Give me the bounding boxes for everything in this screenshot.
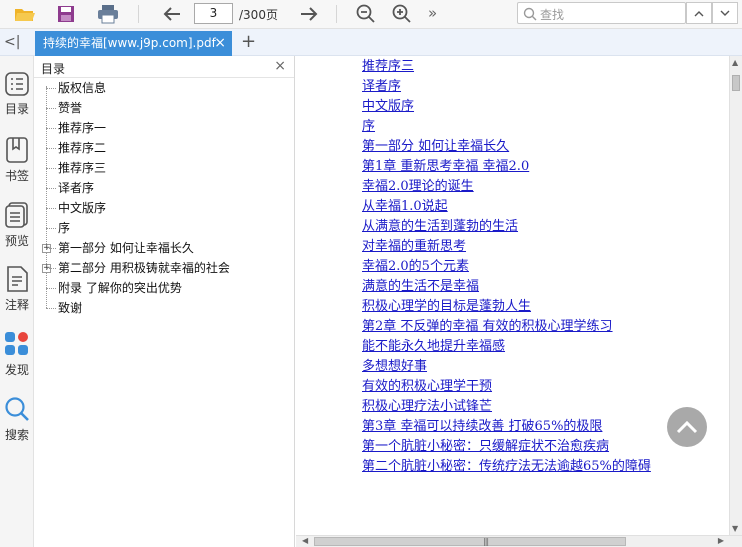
outline-panel: 目录 × 版权信息 赞誉 推荐序一 推荐序二 推荐序三 译者序 中文版序 序 +… bbox=[34, 56, 295, 547]
toc-link[interactable]: 满意的生活不是幸福 bbox=[362, 277, 479, 297]
toc-link[interactable]: 第3章 幸福可以持续改善 打破65%的极限 bbox=[362, 417, 602, 437]
outline-item[interactable]: 赞誉 bbox=[45, 98, 82, 118]
rail-item-discover[interactable]: 发现 bbox=[0, 331, 34, 378]
toc-link[interactable]: 多想想好事 bbox=[362, 357, 427, 377]
grip-icon: ||| bbox=[483, 537, 489, 546]
outline-item[interactable]: 推荐序一 bbox=[45, 118, 106, 138]
horizontal-scrollbar[interactable]: ◀ ||| ▶ bbox=[296, 535, 742, 547]
rail-label: 书签 bbox=[4, 169, 29, 183]
search-next-button[interactable] bbox=[712, 2, 738, 24]
vertical-scrollbar[interactable]: ▲ ▼ bbox=[729, 56, 742, 535]
toc-link[interactable]: 第二个肮脏小秘密：传统疗法无法逾越65%的障碍 bbox=[362, 457, 651, 477]
scroll-down-icon[interactable]: ▼ bbox=[732, 524, 738, 533]
scroll-thumb[interactable] bbox=[732, 75, 740, 91]
toolbar: 3 /300页 » 查找 bbox=[0, 0, 742, 29]
scroll-left-icon[interactable]: ◀ bbox=[302, 536, 308, 545]
open-folder-icon[interactable] bbox=[12, 2, 38, 26]
toc-link[interactable]: 从满意的生活到蓬勃的生活 bbox=[362, 217, 518, 237]
rail-label: 搜索 bbox=[4, 428, 29, 442]
zoom-in-icon[interactable] bbox=[389, 2, 415, 26]
outline-item[interactable]: 第一部分 如何让幸福长久 bbox=[46, 238, 194, 258]
rail-item-bookmark[interactable]: 书签 bbox=[0, 137, 34, 184]
outline-header: 目录 × bbox=[34, 56, 294, 78]
rail-label: 注释 bbox=[4, 298, 29, 312]
search-icon bbox=[5, 397, 29, 421]
tab-bar: <| 持续的幸福[www.j9p.com].pdf × + bbox=[0, 29, 742, 56]
rail-item-annotation[interactable]: 注释 bbox=[0, 266, 34, 313]
scroll-thumb[interactable]: ||| bbox=[314, 537, 626, 546]
outline-item[interactable]: 推荐序三 bbox=[45, 158, 106, 178]
chevron-up-icon bbox=[676, 420, 698, 434]
toc-link[interactable]: 译者序 bbox=[362, 77, 401, 97]
document-tab[interactable]: 持续的幸福[www.j9p.com].pdf × bbox=[35, 31, 232, 56]
close-outline-icon[interactable]: × bbox=[274, 58, 286, 74]
toc-link[interactable]: 积极心理学的目标是蓬勃人生 bbox=[362, 297, 531, 317]
save-icon[interactable] bbox=[53, 2, 79, 26]
toc-link[interactable]: 第2章 不反弹的幸福 有效的积极心理学练习 bbox=[362, 317, 613, 337]
collapse-sidebar-button[interactable]: <| bbox=[4, 34, 20, 50]
outline-item[interactable]: 第二部分 用积极铸就幸福的社会 bbox=[46, 258, 230, 278]
search-box[interactable]: 查找 bbox=[517, 2, 686, 24]
toc-link[interactable]: 能不能永久地提升幸福感 bbox=[362, 337, 505, 357]
toc-link[interactable]: 从幸福1.0说起 bbox=[362, 197, 448, 217]
toc-link[interactable]: 第一个肮脏小秘密：只缓解症状不治愈疾病 bbox=[362, 437, 609, 457]
left-rail: 目录 书签 预览 注释 发现 搜索 bbox=[0, 56, 34, 547]
chevron-down-icon bbox=[720, 10, 730, 16]
annotation-icon bbox=[7, 266, 28, 292]
rail-label: 目录 bbox=[4, 102, 29, 116]
outline-item[interactable]: 致谢 bbox=[45, 298, 82, 318]
outline-item[interactable]: 版权信息 bbox=[45, 78, 106, 98]
close-tab-icon[interactable]: × bbox=[214, 31, 226, 56]
search-input[interactable]: 查找 bbox=[540, 6, 564, 23]
outline-item[interactable]: 译者序 bbox=[45, 178, 94, 198]
rail-item-toc[interactable]: 目录 bbox=[0, 72, 34, 117]
toc-link[interactable]: 有效的积极心理学干预 bbox=[362, 377, 492, 397]
chevron-up-icon bbox=[694, 10, 704, 16]
search-icon bbox=[523, 7, 537, 21]
rail-item-preview[interactable]: 预览 bbox=[0, 202, 34, 249]
outline-item[interactable]: 附录 了解你的突出优势 bbox=[46, 278, 182, 298]
rail-label: 预览 bbox=[4, 234, 29, 248]
page-total: /300页 bbox=[239, 8, 278, 22]
more-tools-button[interactable]: » bbox=[428, 4, 437, 22]
toc-link[interactable]: 第1章 重新思考幸福 幸福2.0 bbox=[362, 157, 529, 177]
outline-title: 目录 bbox=[41, 62, 66, 76]
add-tab-button[interactable]: + bbox=[241, 31, 256, 52]
document-tab-title: 持续的幸福[www.j9p.com].pdf bbox=[43, 36, 216, 50]
print-icon[interactable] bbox=[95, 2, 121, 26]
toc-link[interactable]: 序 bbox=[362, 117, 375, 137]
rail-label: 发现 bbox=[4, 363, 29, 377]
toc-link[interactable]: 积极心理疗法小试锋芒 bbox=[362, 397, 492, 417]
rail-item-search[interactable]: 搜索 bbox=[0, 396, 34, 443]
bookmark-icon bbox=[6, 137, 28, 163]
discover-icon bbox=[5, 332, 28, 355]
previous-page-icon[interactable] bbox=[159, 2, 185, 26]
outline-item[interactable]: 推荐序二 bbox=[45, 138, 106, 158]
toc-link[interactable]: 中文版序 bbox=[362, 97, 414, 117]
document-page: 推荐序三 译者序 中文版序 序 第一部分 如何让幸福长久 第1章 重新思考幸福 … bbox=[296, 56, 729, 535]
outline-item[interactable]: 中文版序 bbox=[45, 198, 106, 218]
toc-link[interactable]: 幸福2.0的5个元素 bbox=[362, 257, 469, 277]
search-previous-button[interactable] bbox=[686, 2, 712, 24]
zoom-out-icon[interactable] bbox=[353, 2, 379, 26]
toc-link[interactable]: 推荐序三 bbox=[362, 57, 414, 77]
scroll-up-icon[interactable]: ▲ bbox=[732, 58, 738, 67]
toolbar-divider bbox=[336, 5, 337, 23]
preview-icon bbox=[5, 202, 28, 228]
toc-link[interactable]: 第一部分 如何让幸福长久 bbox=[362, 137, 509, 157]
toc-link[interactable]: 幸福2.0理论的诞生 bbox=[362, 177, 474, 197]
scroll-right-icon[interactable]: ▶ bbox=[718, 536, 724, 545]
tree-connector bbox=[46, 86, 47, 308]
page-number-input[interactable]: 3 bbox=[194, 3, 233, 24]
next-page-icon[interactable] bbox=[296, 2, 322, 26]
toc-link[interactable]: 对幸福的重新思考 bbox=[362, 237, 466, 257]
back-to-top-button[interactable] bbox=[667, 407, 707, 447]
toolbar-divider bbox=[138, 5, 139, 23]
outline-item[interactable]: 序 bbox=[45, 218, 70, 238]
toc-icon bbox=[5, 72, 29, 96]
